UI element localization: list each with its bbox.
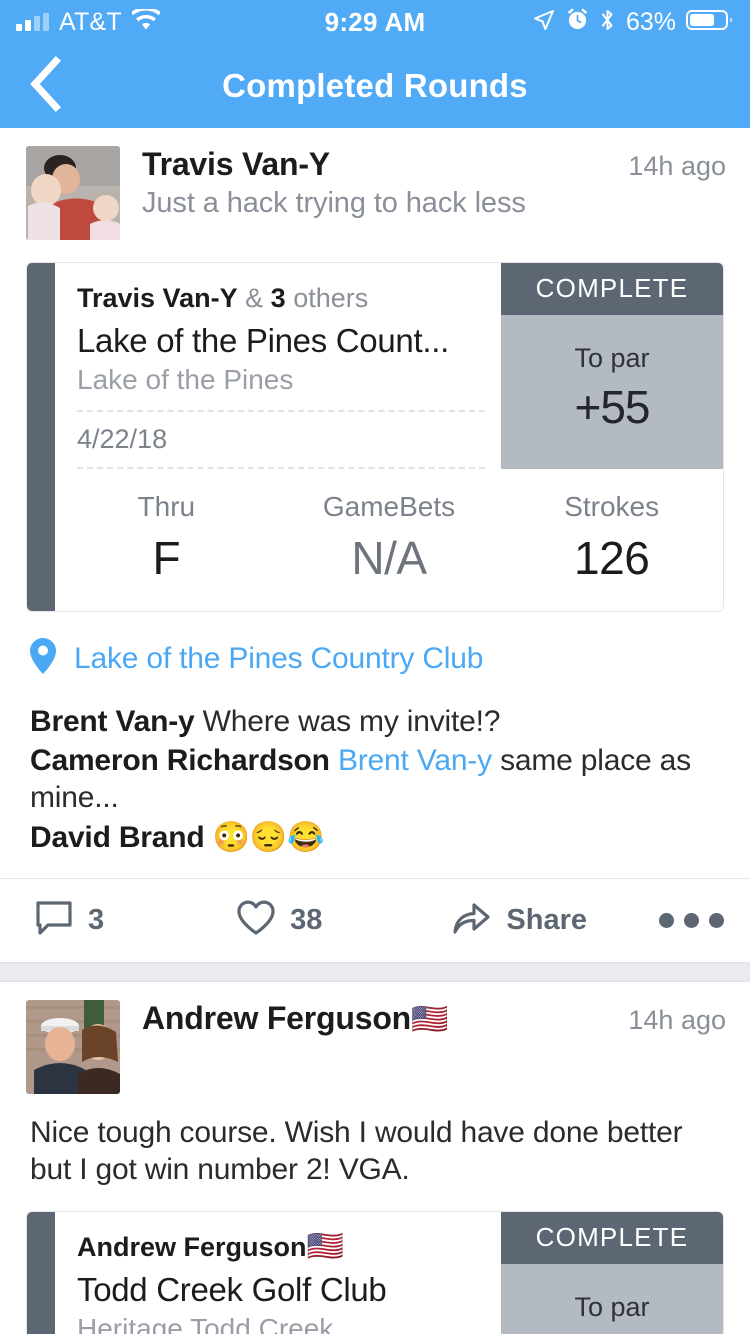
post-header: Andrew Ferguson 🇺🇸 14h ago [0,982,750,1094]
stat-label: Thru [137,491,196,523]
card-player-primary: Travis Van-Y [77,283,238,313]
card-body: Andrew Ferguson🇺🇸 Todd Creek Golf Club H… [55,1211,723,1334]
card-accent-bar [27,1211,55,1334]
comment-text: Where was my invite!? [202,705,501,739]
post-timestamp: 14h ago [628,1004,726,1035]
us-flag-emoji-icon: 🇺🇸 [411,1002,449,1036]
comment-mention[interactable]: Brent Van-y [338,744,492,777]
round-card[interactable]: Andrew Ferguson🇺🇸 Todd Creek Golf Club H… [26,1210,724,1334]
card-players-suffix: others [293,283,369,313]
avatar[interactable] [26,999,120,1094]
post-action-bar: 3 38 Share [0,877,750,962]
stat-value: N/A [351,532,427,585]
post-body-text: Nice tough course. Wish I would have don… [30,1115,683,1187]
stat-thru: Thru F [55,491,278,585]
status-badge: COMPLETE [501,263,723,315]
round-card-wrapper: Andrew Ferguson🇺🇸 Todd Creek Golf Club H… [0,1189,750,1334]
nav-bar: Completed Rounds [0,44,750,128]
heart-icon [236,899,276,942]
card-players: Travis Van-Y & 3 others [77,281,485,316]
comment-item[interactable]: Brent Van-y Where was my invite!? [30,703,724,740]
more-dots-icon[interactable] [659,912,724,928]
post-author-name[interactable]: Travis Van-Y [142,146,330,183]
post-item: Travis Van-Y 14h ago Just a hack trying … [0,128,750,962]
stat-strokes: Strokes 126 [500,491,723,585]
share-button[interactable]: Share [450,899,587,942]
status-badge: COMPLETE [501,1211,723,1264]
card-players: Andrew Ferguson🇺🇸 [77,1230,485,1265]
us-flag-emoji-icon: 🇺🇸 [306,1229,344,1263]
round-card[interactable]: Travis Van-Y & 3 others Lake of the Pine… [26,262,724,613]
comment-author: Cameron Richardson [30,744,330,778]
stat-value: F [152,532,181,585]
rounds-feed: Travis Van-Y 14h ago Just a hack trying … [0,128,750,1334]
clock-label: 9:29 AM [324,6,426,37]
card-course-subname: Lake of the Pines [77,364,294,396]
post-timestamp: 14h ago [628,151,726,181]
post-header-text: Travis Van-Y 14h ago Just a hack trying … [120,146,726,220]
card-info: Travis Van-Y & 3 others Lake of the Pine… [55,263,501,470]
comment-author: David Brand [30,820,205,854]
card-course-name: Todd Creek Golf Club [77,1270,387,1308]
card-body: Travis Van-Y & 3 others Lake of the Pine… [55,263,723,611]
comment-author: Brent Van-y [30,705,195,739]
stat-label: Strokes [564,491,660,523]
comment-item[interactable]: Cameron Richardson Brent Van-y same plac… [30,742,724,816]
stat-gamebets: GameBets N/A [278,491,501,585]
stat-label: GameBets [322,491,456,523]
card-info: Andrew Ferguson🇺🇸 Todd Creek Golf Club H… [55,1212,501,1334]
comments-list: Brent Van-y Where was my invite!? Camero… [0,679,750,856]
card-stats-row: Thru F GameBets N/A Strokes 126 [55,469,723,611]
avatar[interactable] [26,146,120,240]
location-name: Lake of the Pines Country Club [74,641,484,675]
phone-screen: AT&T 9:29 AM 63% Completed Rounds Travis… [0,0,750,1334]
status-bar: AT&T 9:29 AM 63% [0,0,750,44]
card-player-primary: Andrew Ferguson [77,1231,307,1262]
comment-count: 3 [88,903,105,936]
like-button[interactable]: 38 [236,899,322,942]
comment-bubble-icon [34,900,74,941]
chevron-left-icon [28,55,62,117]
post-item: Andrew Ferguson 🇺🇸 14h ago Nice tough co… [0,981,750,1334]
comment-item[interactable]: David Brand 😳😔😂 [30,819,724,856]
page-title: Completed Rounds [222,67,528,104]
card-date: 4/22/18 [77,410,485,470]
card-players-amp: & [245,283,264,313]
post-divider [0,961,750,982]
card-accent-bar [27,263,55,612]
card-score-panel: COMPLETE To par +55 [501,263,723,470]
comment-button[interactable]: 3 [34,900,104,941]
stat-value: 126 [574,532,650,585]
post-header-text: Andrew Ferguson 🇺🇸 14h ago [120,1000,726,1037]
map-pin-icon [30,638,56,679]
score-label: To par [574,1291,650,1322]
share-label: Share [506,903,588,936]
location-link[interactable]: Lake of the Pines Country Club [0,612,750,679]
score-label: To par [574,343,650,373]
card-players-count: 3 [270,283,286,313]
round-card-wrapper: Travis Van-Y & 3 others Lake of the Pine… [0,240,750,613]
score-value: +55 [574,381,650,433]
post-author-name[interactable]: Andrew Ferguson [142,1000,411,1037]
post-header: Travis Van-Y 14h ago Just a hack trying … [0,128,750,240]
back-button[interactable] [0,55,90,117]
like-count: 38 [290,903,323,936]
card-course-subname: Heritage Todd Creek [77,1312,334,1334]
card-score-panel: COMPLETE To par [501,1211,723,1334]
card-course-name: Lake of the Pines Count... [77,322,449,360]
post-author-tagline: Just a hack trying to hack less [142,187,526,219]
share-arrow-icon [450,899,492,942]
comment-emoji: 😳😔😂 [212,820,325,854]
